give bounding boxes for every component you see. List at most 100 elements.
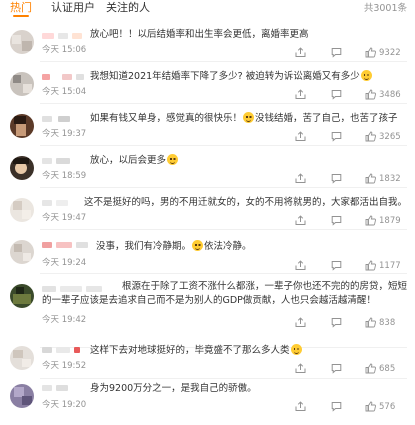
comment-time: 今天 15:06 (42, 45, 87, 55)
avatar[interactable] (10, 240, 34, 264)
like-button[interactable]: 1832 (365, 173, 409, 185)
comment-item: 这不是挺好的吗，男的不用迁就女的，女的不用将就男的，大家都活出自我。 今天 19… (0, 188, 415, 230)
share-icon[interactable] (295, 89, 306, 101)
avatar[interactable] (10, 156, 34, 180)
like-button[interactable]: 838 (365, 317, 409, 329)
thumb-up-icon (365, 47, 376, 58)
emoji-icon (290, 344, 302, 355)
comment-icon[interactable] (331, 89, 342, 101)
avatar[interactable] (10, 114, 34, 138)
username-blurred[interactable] (42, 344, 92, 355)
share-icon[interactable] (295, 401, 306, 413)
avatar[interactable] (10, 72, 34, 96)
comment-text: 放心，以后会更多 (90, 154, 405, 168)
comment-actions: 1832 (295, 173, 407, 185)
share-icon[interactable] (295, 215, 306, 227)
thumb-up-icon (365, 401, 376, 412)
like-count: 3265 (379, 132, 401, 142)
share-icon[interactable] (295, 260, 306, 272)
thumb-up-icon (365, 215, 376, 226)
username-blurred[interactable] (42, 155, 86, 166)
comment-time: 今天 19:42 (42, 315, 87, 325)
emoji-icon (360, 70, 372, 81)
comment-text: 身为9200万分之一，是我自己的骄傲。 (90, 383, 257, 394)
like-count: 3486 (379, 90, 401, 100)
share-icon[interactable] (295, 173, 306, 185)
like-button[interactable]: 1879 (365, 215, 409, 227)
comment-item: 身为9200万分之一，是我自己的骄傲。 今天 19:20 576 (0, 382, 415, 424)
comment-text: 根源在于除了工资不涨什么都涨，一辈子你也还不完的的房贷，短短的一辈子应该是去追求… (42, 281, 408, 306)
avatar[interactable] (10, 384, 34, 408)
comment-item: 放心，以后会更多 今天 18:59 1832 (0, 146, 415, 188)
like-count: 838 (379, 318, 396, 328)
share-icon[interactable] (295, 363, 306, 375)
comment-actions: 9322 (295, 47, 407, 59)
comment-actions: 576 (295, 401, 407, 413)
avatar[interactable] (10, 198, 34, 222)
comment-time: 今天 19:47 (42, 213, 87, 223)
comment-actions: 3265 (295, 131, 407, 143)
comment-actions: 3486 (295, 89, 407, 101)
share-icon[interactable] (295, 317, 306, 329)
comment-icon[interactable] (331, 173, 342, 185)
comment-time: 今天 19:24 (42, 258, 87, 268)
comment-icon[interactable] (331, 317, 342, 329)
like-count: 9322 (379, 48, 401, 58)
comment-time: 今天 19:20 (42, 400, 87, 410)
tab-following[interactable]: 关注的人 (106, 1, 150, 15)
comment-actions: 1879 (295, 215, 407, 227)
emoji-icon (192, 240, 204, 251)
tab-active-indicator (13, 15, 29, 17)
comment-actions: 685 (295, 363, 407, 375)
like-button[interactable]: 1177 (365, 260, 409, 272)
share-icon[interactable] (295, 47, 306, 59)
like-count: 576 (379, 402, 396, 412)
comment-item: 我想知道2021年结婚率下降了多少? 被迫转为诉讼离婚又有多少 今天 15:04… (0, 62, 415, 104)
comment-text: 这样下去对地球挺好的，毕竟盛不了那么多人类 (90, 344, 405, 358)
avatar[interactable] (10, 284, 34, 308)
comment-text: 如果有钱又单身，感觉真的很快乐！ 没钱结婚，苦了自己，也苦了孩子 (90, 112, 398, 124)
username-blurred[interactable] (42, 113, 86, 124)
comment-time: 今天 18:59 (42, 171, 87, 181)
like-button[interactable]: 3265 (365, 131, 409, 143)
thumb-up-icon (365, 317, 376, 328)
comment-icon[interactable] (331, 47, 342, 59)
like-button[interactable]: 685 (365, 363, 409, 375)
tab-verified-users[interactable]: 认证用户 (51, 1, 95, 15)
comment-actions: 1177 (295, 260, 407, 272)
avatar[interactable] (10, 346, 34, 370)
divider (40, 378, 407, 379)
comment-text: 放心吧！！以后结婚率和出生率会更低，离婚率更高 (90, 29, 309, 40)
comment-item: 如果有钱又单身，感觉真的很快乐！ 没钱结婚，苦了自己，也苦了孩子 今天 19:37… (0, 104, 415, 146)
comment-icon[interactable] (331, 260, 342, 272)
comment-text: 我想知道2021年结婚率下降了多少? 被迫转为诉讼离婚又有多少 (90, 70, 405, 84)
username-blurred[interactable] (42, 197, 86, 208)
comment-icon[interactable] (331, 215, 342, 227)
like-button[interactable]: 9322 (365, 47, 409, 59)
comment-item: 放心吧！！以后结婚率和出生率会更低，离婚率更高 今天 15:06 9322 (0, 20, 415, 62)
username-blurred[interactable] (42, 71, 86, 82)
comment-item: 根源在于除了工资不涨什么都涨，一辈子你也还不完的的房贷，短短的一辈子应该是去追求… (0, 274, 415, 348)
like-button[interactable]: 576 (365, 401, 409, 413)
username-blurred[interactable] (42, 30, 86, 41)
comment-text: 这不是挺好的吗，男的不用迁就女的，女的不用将就男的，大家都活出自我。 (84, 197, 408, 208)
comment-icon[interactable] (331, 131, 342, 143)
like-count: 1177 (379, 261, 401, 271)
username-blurred[interactable] (42, 382, 82, 393)
comment-icon[interactable] (331, 363, 342, 375)
comment-icon[interactable] (331, 401, 342, 413)
like-button[interactable]: 3486 (365, 89, 409, 101)
comment-item: 没事，我们有冷静期。 依法冷静。 今天 19:24 1177 (0, 230, 415, 274)
emoji-icon (167, 154, 179, 165)
total-count: 共3001条 (363, 3, 407, 14)
comment-actions: 838 (295, 317, 407, 329)
thumb-up-icon (365, 363, 376, 374)
comment-time: 今天 15:04 (42, 87, 87, 97)
comment-time: 今天 19:37 (42, 129, 87, 139)
username-blurred[interactable] (42, 239, 100, 250)
share-icon[interactable] (295, 131, 306, 143)
tab-hot[interactable]: 热门 (10, 1, 32, 15)
avatar[interactable] (10, 30, 34, 54)
like-count: 1879 (379, 216, 401, 226)
like-count: 1832 (379, 174, 401, 184)
